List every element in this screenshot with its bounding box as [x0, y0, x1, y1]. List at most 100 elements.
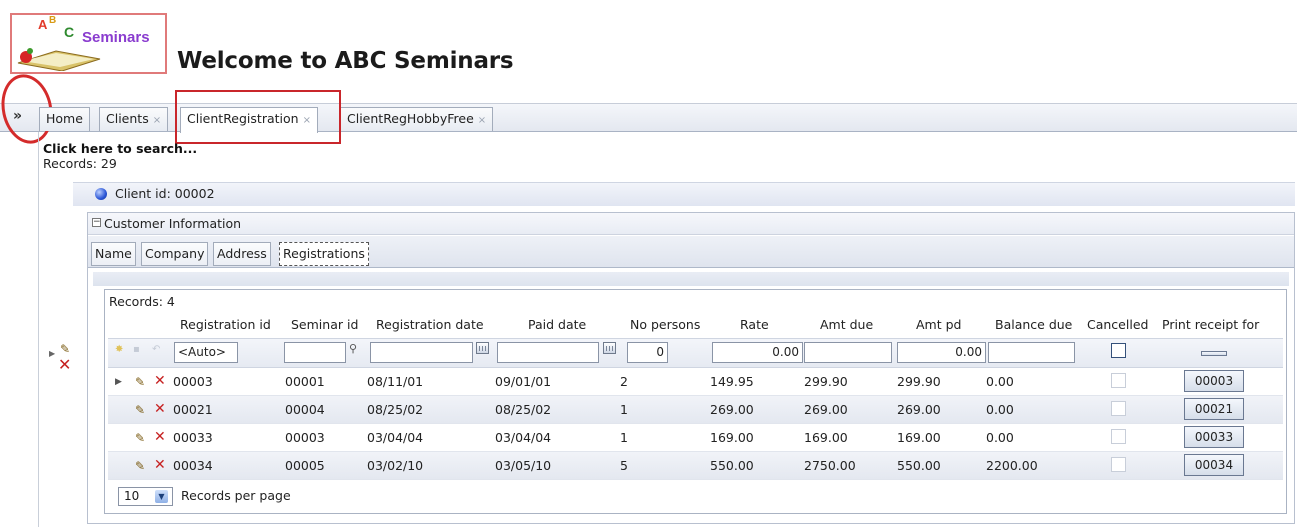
tab-home[interactable]: Home [39, 107, 90, 131]
cell-registration-date: 03/04/04 [367, 430, 424, 445]
edit-icon[interactable]: ✎ [60, 342, 70, 356]
edit-icon[interactable]: ✎ [135, 375, 145, 389]
cell-balance-due: 2200.00 [986, 458, 1038, 473]
cell-paid-date: 09/01/01 [495, 374, 552, 389]
table-row[interactable]: ✎ ✕ 00033 00003 03/04/04 03/04/04 1 169.… [108, 424, 1283, 452]
cancelled-checkbox[interactable] [1111, 343, 1126, 358]
table-row[interactable]: ▶ ✎ ✕ 00003 00001 08/11/01 09/01/01 2 14… [108, 368, 1283, 396]
col-header-amt-pd[interactable]: Amt pd [916, 317, 961, 332]
cell-amt-due: 299.90 [804, 374, 848, 389]
close-icon[interactable]: × [153, 115, 161, 126]
delete-icon[interactable]: ✕ [58, 355, 71, 374]
col-header-rate[interactable]: Rate [740, 317, 769, 332]
print-receipt-button[interactable]: 00003 [1184, 370, 1244, 392]
print-receipt-button[interactable]: 00021 [1184, 398, 1244, 420]
cell-seminar-id: 00004 [285, 402, 325, 417]
cell-seminar-id: 00005 [285, 458, 325, 473]
cancelled-checkbox[interactable] [1111, 373, 1126, 388]
customer-info-header [88, 213, 1294, 235]
print-receipt-button[interactable]: 00034 [1184, 454, 1244, 476]
col-header-seminar-id[interactable]: Seminar id [291, 317, 358, 332]
cell-seminar-id: 00001 [285, 374, 325, 389]
expand-row-icon[interactable]: ▶ [49, 349, 55, 358]
undo-icon: ↶ [152, 344, 161, 355]
chevron-down-icon[interactable]: ▼ [155, 490, 168, 503]
cell-balance-due: 0.00 [986, 430, 1014, 445]
registration-date-field[interactable] [370, 342, 473, 363]
cell-no-persons: 5 [620, 458, 628, 473]
cell-no-persons: 1 [620, 430, 628, 445]
cell-amt-due: 169.00 [804, 430, 848, 445]
add-icon: ✸ [115, 344, 124, 355]
cell-amt-due: 269.00 [804, 402, 848, 417]
tab-clients[interactable]: Clients × [99, 107, 169, 131]
rate-field[interactable]: 0.00 [712, 342, 803, 363]
cell-amt-pd: 169.00 [897, 430, 941, 445]
cell-registration-date: 08/11/01 [367, 374, 424, 389]
book-icon [17, 48, 101, 71]
amt-due-field[interactable] [804, 342, 892, 363]
records-per-page-label: Records per page [181, 488, 291, 503]
edit-icon[interactable]: ✎ [135, 403, 145, 417]
delete-icon[interactable]: ✕ [154, 429, 166, 445]
cell-registration-id: 00003 [173, 374, 213, 389]
col-header-print-receipt[interactable]: Print receipt for [1162, 317, 1259, 332]
expand-row-icon[interactable]: ▶ [115, 377, 122, 387]
table-row[interactable]: ✎ ✕ 00034 00005 03/02/10 03/05/10 5 550.… [108, 452, 1283, 480]
left-rail [38, 132, 39, 527]
cancelled-checkbox[interactable] [1111, 401, 1126, 416]
calendar-icon[interactable] [476, 342, 489, 354]
print-receipt-button[interactable] [1201, 351, 1227, 356]
col-header-balance-due[interactable]: Balance due [995, 317, 1072, 332]
client-band [73, 182, 1295, 206]
cell-amt-pd: 299.90 [897, 374, 941, 389]
page-title: Welcome to ABC Seminars [177, 48, 514, 74]
cell-amt-due: 2750.00 [804, 458, 856, 473]
table-row[interactable]: ✎ ✕ 00021 00004 08/25/02 08/25/02 1 269.… [108, 396, 1283, 424]
delete-icon[interactable]: ✕ [154, 457, 166, 473]
cell-paid-date: 03/04/04 [495, 430, 552, 445]
collapse-icon[interactable]: − [92, 218, 101, 227]
col-header-registration-date[interactable]: Registration date [376, 317, 484, 332]
cell-no-persons: 2 [620, 374, 628, 389]
edit-icon[interactable]: ✎ [135, 431, 145, 445]
subtab-address[interactable]: Address [213, 242, 271, 266]
cell-rate: 550.00 [710, 458, 754, 473]
client-id-label: Client id: 00002 [115, 186, 215, 201]
search-icon[interactable]: ⚲ [346, 342, 360, 356]
balance-due-field[interactable] [988, 342, 1075, 363]
cell-registration-date: 03/02/10 [367, 458, 424, 473]
search-link[interactable]: Click here to search... [43, 141, 197, 156]
subtab-company[interactable]: Company [141, 242, 209, 266]
status-dot-icon [95, 188, 107, 200]
edit-icon[interactable]: ✎ [135, 459, 145, 473]
no-persons-field[interactable]: 0 [627, 342, 668, 363]
tab-label: Clients [106, 111, 149, 126]
col-header-registration-id[interactable]: Registration id [180, 317, 271, 332]
seminar-id-field[interactable] [284, 342, 346, 363]
records-count: Records: 29 [43, 156, 117, 171]
print-receipt-button[interactable]: 00033 [1184, 426, 1244, 448]
col-header-no-persons[interactable]: No persons [630, 317, 700, 332]
cell-amt-pd: 550.00 [897, 458, 941, 473]
cell-amt-pd: 269.00 [897, 402, 941, 417]
calendar-icon[interactable] [603, 342, 616, 354]
tab-clientreghobbyfree[interactable]: ClientRegHobbyFree × [340, 107, 494, 131]
subtab-registrations[interactable]: Registrations [279, 242, 369, 266]
close-icon[interactable]: × [478, 115, 486, 126]
registration-id-field[interactable]: <Auto> [174, 342, 238, 363]
cell-registration-date: 08/25/02 [367, 402, 424, 417]
expand-sidebar-icon[interactable]: » [13, 108, 22, 124]
col-header-amt-due[interactable]: Amt due [820, 317, 873, 332]
subtab-name[interactable]: Name [91, 242, 136, 266]
col-header-cancelled[interactable]: Cancelled [1087, 317, 1148, 332]
cancelled-checkbox[interactable] [1111, 429, 1126, 444]
amt-pd-field[interactable]: 0.00 [897, 342, 986, 363]
tab-label: Home [46, 111, 83, 126]
paid-date-field[interactable] [497, 342, 599, 363]
delete-icon[interactable]: ✕ [154, 401, 166, 417]
col-header-paid-date[interactable]: Paid date [528, 317, 586, 332]
delete-icon[interactable]: ✕ [154, 373, 166, 389]
cancelled-checkbox[interactable] [1111, 457, 1126, 472]
logo: A B C Seminars [10, 13, 167, 74]
